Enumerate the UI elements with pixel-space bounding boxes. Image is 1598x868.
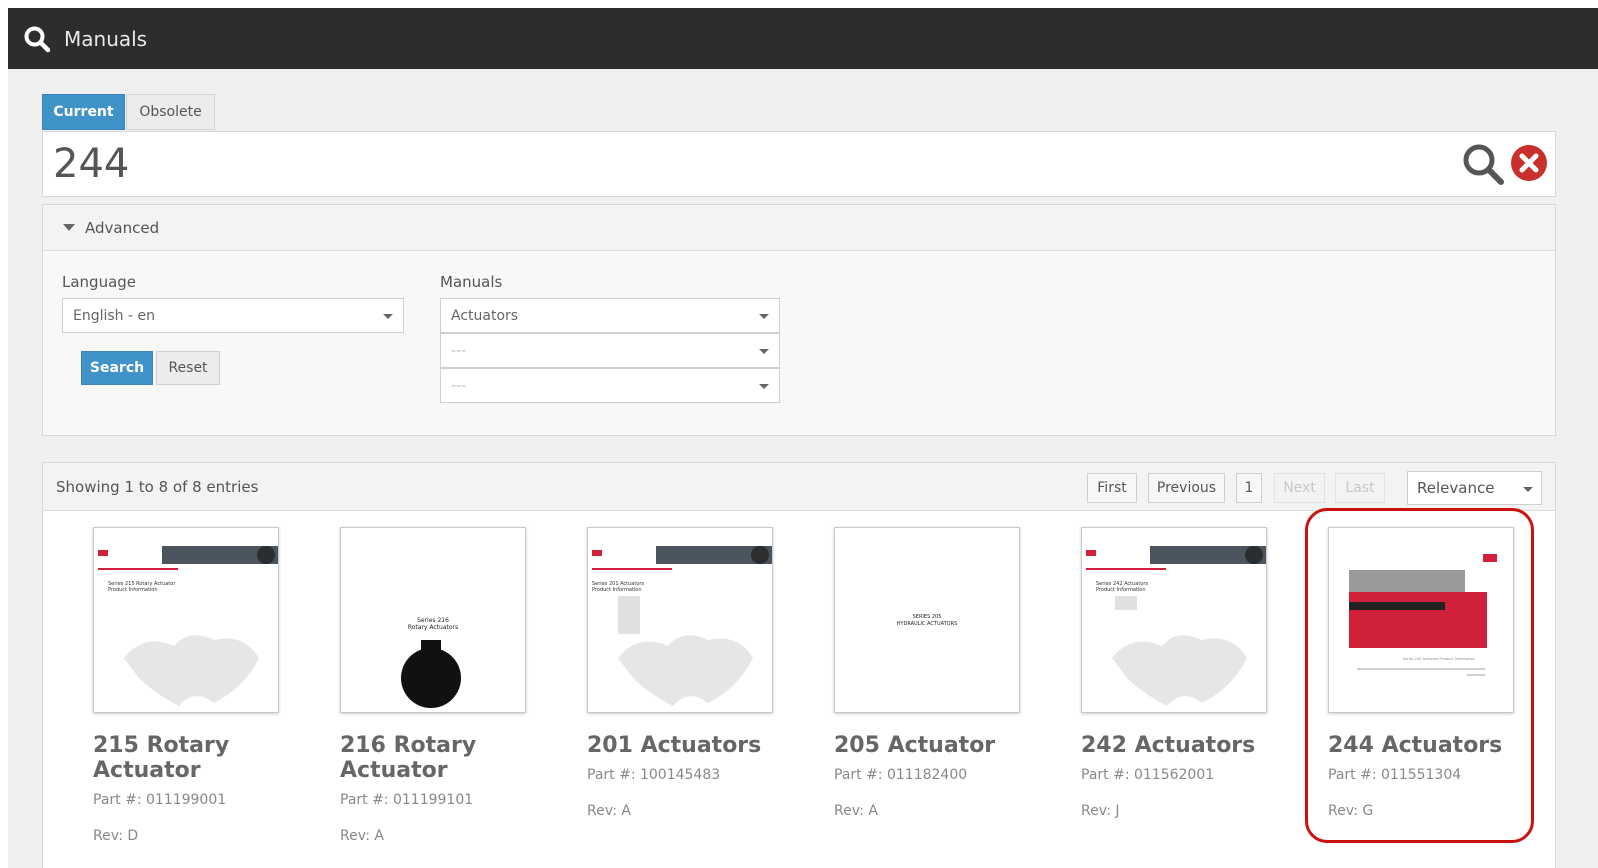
manual-card: Series 216 Rotary Actuators 216 Rotary A… [340,527,560,844]
revision: Rev: A [340,828,384,844]
cover-title-line: SERIES 205 [913,614,942,620]
language-select[interactable]: English - en [62,298,404,333]
manual-cover-image: Series 216 Rotary Actuators [401,617,461,708]
previous-page-button[interactable]: Previous [1148,473,1225,503]
search-input[interactable] [53,138,1433,190]
manual-title[interactable]: 216 Rotary Actuator [340,733,550,783]
part-number: Part #: 011199001 [93,792,227,808]
part-number: Part #: 011551304 [1328,767,1462,783]
manuals-value-1: Actuators [451,307,519,324]
status-tabs: Current Obsolete [42,94,215,130]
manuals-select-3[interactable]: --- [440,368,780,403]
next-page-button[interactable]: Next [1274,473,1325,503]
advanced-panel: Advanced Language English - en Manuals A… [42,204,1556,436]
caret-down-icon [63,224,75,231]
cover-subtitle-line: Product Information [592,587,642,593]
search-button[interactable]: Search [81,351,153,385]
manual-title[interactable]: 242 Actuators [1081,733,1291,758]
chevron-down-icon [383,313,393,319]
manuals-select-1[interactable]: Actuators [440,298,780,333]
chevron-down-icon [759,348,769,354]
chevron-down-icon [759,313,769,319]
chevron-down-icon [759,383,769,389]
part-number: Part #: 011182400 [834,767,968,783]
results-panel: Showing 1 to 8 of 8 entries First Previo… [42,462,1556,868]
manual-title[interactable]: 244 Actuators [1328,733,1538,758]
manual-card: Series 242 Actuators Product Information… [1081,527,1301,819]
manual-thumbnail[interactable]: Series 244 Actuators Product Information [1328,527,1514,713]
manual-thumbnail[interactable]: Series 201 Actuators Product Information [587,527,773,713]
search-bar [42,131,1556,197]
manual-title[interactable]: 215 Rotary Actuator [93,733,303,783]
search-icon [24,26,51,52]
entries-count: Showing 1 to 8 of 8 entries [56,478,259,496]
manual-cover-image: Series 215 Rotary Actuator Product Infor… [98,546,278,706]
advanced-toggle[interactable]: Advanced [43,205,1555,251]
top-bar: Manuals [8,8,1598,69]
revision: Rev: J [1081,803,1120,819]
results-header: Showing 1 to 8 of 8 entries First Previo… [43,463,1555,511]
manual-cover-image: Series 244 Actuators Product Information [1349,554,1497,676]
chevron-down-icon [1523,487,1533,492]
language-label: Language [62,273,137,291]
part-number: Part #: 011199101 [340,792,474,808]
tab-obsolete[interactable]: Obsolete [126,94,215,130]
part-number: Part #: 011562001 [1081,767,1215,783]
cover-subtitle-line: Rotary Actuators [408,624,458,631]
part-number: Part #: 100145483 [587,767,721,783]
manuals-label: Manuals [440,273,503,291]
search-icon[interactable] [1461,142,1505,186]
advanced-label: Advanced [85,218,160,237]
revision: Rev: D [93,828,139,844]
manual-cover-image: SERIES 205 HYDRAULIC ACTUATORS [897,614,958,627]
manual-cover-image: Series 242 Actuators Product Information [1086,546,1266,706]
app-title: Manuals [64,26,148,51]
manual-thumbnail[interactable]: SERIES 205 HYDRAULIC ACTUATORS [834,527,1020,713]
language-value: English - en [73,307,155,324]
page-number-button[interactable]: 1 [1236,473,1262,503]
manuals-value-3: --- [451,377,467,394]
manuals-select-2[interactable]: --- [440,333,780,368]
manual-card: Series 201 Actuators Product Information… [587,527,807,819]
cover-title-line: Series 216 [417,617,449,624]
manuals-app: Manuals Current Obsolete Advanced Langua… [8,8,1598,868]
sort-select[interactable]: Relevance [1407,471,1542,505]
manual-card: Series 215 Rotary Actuator Product Infor… [93,527,313,844]
manuals-value-2: --- [451,342,467,359]
reset-button[interactable]: Reset [156,351,220,385]
revision: Rev: G [1328,803,1374,819]
manual-thumbnail[interactable]: Series 242 Actuators Product Information [1081,527,1267,713]
cover-title-line: Series 244 Actuators Product Information [1403,657,1475,661]
manual-thumbnail[interactable]: Series 215 Rotary Actuator Product Infor… [93,527,279,713]
manual-cover-image: Series 201 Actuators Product Information [592,546,772,706]
manual-card: Series 244 Actuators Product Information… [1328,527,1548,819]
cover-subtitle-line: HYDRAULIC ACTUATORS [897,621,958,627]
manual-title[interactable]: 205 Actuator [834,733,1044,758]
manual-thumbnail[interactable]: Series 216 Rotary Actuators [340,527,526,713]
revision: Rev: A [834,803,878,819]
cover-subtitle-line: Product Information [1096,587,1146,593]
tab-current[interactable]: Current [42,94,125,130]
manual-title[interactable]: 201 Actuators [587,733,797,758]
first-page-button[interactable]: First [1087,473,1137,503]
manual-card: SERIES 205 HYDRAULIC ACTUATORS 205 Actua… [834,527,1054,819]
clear-icon[interactable] [1510,144,1548,182]
revision: Rev: A [587,803,631,819]
sort-value: Relevance [1417,479,1495,497]
cover-subtitle-line: Product Information [108,587,158,593]
last-page-button[interactable]: Last [1335,473,1385,503]
